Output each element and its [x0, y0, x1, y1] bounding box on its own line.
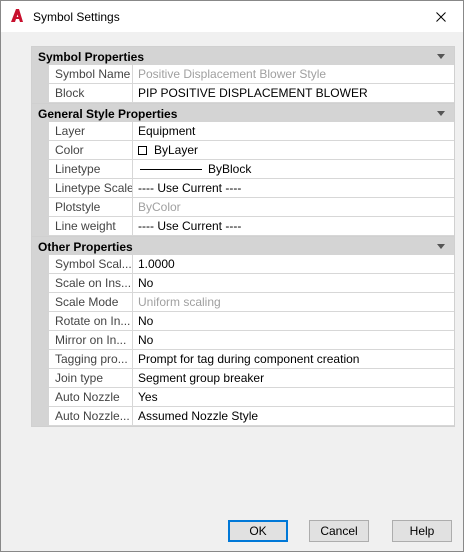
property-name: Linetype Scale	[49, 179, 133, 198]
property-name: Auto Nozzle	[49, 388, 133, 407]
property-value[interactable]: PIP POSITIVE DISPLACEMENT BLOWER	[133, 84, 454, 103]
property-row-rotate-on-insert[interactable]: Rotate on In... No	[32, 312, 454, 331]
property-value[interactable]: Assumed Nozzle Style	[133, 407, 454, 426]
property-name: Tagging pro...	[49, 350, 133, 369]
property-grid: Symbol Properties Symbol Name Positive D…	[31, 46, 455, 427]
property-value[interactable]: ByLayer	[133, 141, 454, 160]
property-name: Auto Nozzle...	[49, 407, 133, 426]
property-row-symbol-scale[interactable]: Symbol Scal... 1.0000	[32, 255, 454, 274]
property-name: Scale on Ins...	[49, 274, 133, 293]
symbol-settings-dialog: Symbol Settings Symbol Properties Symbol…	[0, 0, 464, 552]
ok-button[interactable]: OK	[228, 520, 288, 542]
property-row-linetype-scale[interactable]: Linetype Scale ---- Use Current ----	[32, 179, 454, 198]
property-value[interactable]: Segment group breaker	[133, 369, 454, 388]
property-value[interactable]: Equipment	[133, 122, 454, 141]
category-label: Symbol Properties	[38, 50, 145, 64]
property-value[interactable]: Positive Displacement Blower Style	[133, 65, 454, 84]
cancel-button[interactable]: Cancel	[309, 520, 369, 542]
property-value[interactable]: No	[133, 312, 454, 331]
collapse-arrow-icon[interactable]	[437, 54, 445, 59]
property-row-block[interactable]: Block PIP POSITIVE DISPLACEMENT BLOWER	[32, 84, 454, 103]
window-title: Symbol Settings	[33, 10, 120, 24]
property-name: Plotstyle	[49, 198, 133, 217]
property-row-layer[interactable]: Layer Equipment	[32, 122, 454, 141]
property-name: Symbol Scal...	[49, 255, 133, 274]
property-row-auto-nozzle-style[interactable]: Auto Nozzle... Assumed Nozzle Style	[32, 407, 454, 426]
autocad-logo-icon	[11, 9, 23, 22]
property-value[interactable]: ByBlock	[133, 160, 454, 179]
property-value[interactable]: ---- Use Current ----	[133, 179, 454, 198]
property-row-plotstyle[interactable]: Plotstyle ByColor	[32, 198, 454, 217]
close-button[interactable]	[419, 1, 463, 32]
property-value[interactable]: Prompt for tag during component creation	[133, 350, 454, 369]
linetype-value-text: ByBlock	[208, 162, 252, 176]
property-row-color[interactable]: Color ByLayer	[32, 141, 454, 160]
close-icon	[436, 11, 446, 22]
title-bar[interactable]: Symbol Settings	[1, 1, 463, 32]
category-label: Other Properties	[38, 240, 133, 254]
category-symbol-properties[interactable]: Symbol Properties	[32, 46, 454, 65]
property-name: Layer	[49, 122, 133, 141]
property-row-line-weight[interactable]: Line weight ---- Use Current ----	[32, 217, 454, 236]
property-name: Block	[49, 84, 133, 103]
property-name: Mirror on In...	[49, 331, 133, 350]
property-value[interactable]: 1.0000	[133, 255, 454, 274]
property-row-linetype[interactable]: Linetype ByBlock	[32, 160, 454, 179]
property-value[interactable]: ByColor	[133, 198, 454, 217]
collapse-arrow-icon[interactable]	[437, 244, 445, 249]
property-name: Line weight	[49, 217, 133, 236]
linetype-preview-icon	[140, 168, 202, 170]
property-name: Symbol Name	[49, 65, 133, 84]
property-row-scale-on-insert[interactable]: Scale on Ins... No	[32, 274, 454, 293]
property-row-scale-mode[interactable]: Scale Mode Uniform scaling	[32, 293, 454, 312]
property-row-symbol-name[interactable]: Symbol Name Positive Displacement Blower…	[32, 65, 454, 84]
property-name: Scale Mode	[49, 293, 133, 312]
color-value-text: ByLayer	[154, 143, 199, 157]
collapse-arrow-icon[interactable]	[437, 111, 445, 116]
category-label: General Style Properties	[38, 107, 178, 121]
category-general-style-properties[interactable]: General Style Properties	[32, 103, 454, 122]
property-name: Join type	[49, 369, 133, 388]
color-swatch-icon	[138, 145, 147, 155]
property-row-tagging-prompt[interactable]: Tagging pro... Prompt for tag during com…	[32, 350, 454, 369]
property-value[interactable]: No	[133, 331, 454, 350]
property-row-join-type[interactable]: Join type Segment group breaker	[32, 369, 454, 388]
property-value[interactable]: No	[133, 274, 454, 293]
property-value[interactable]: ---- Use Current ----	[133, 217, 454, 236]
property-row-mirror-on-insert[interactable]: Mirror on In... No	[32, 331, 454, 350]
property-value[interactable]: Yes	[133, 388, 454, 407]
property-name: Linetype	[49, 160, 133, 179]
property-name: Rotate on In...	[49, 312, 133, 331]
property-name: Color	[49, 141, 133, 160]
property-value[interactable]: Uniform scaling	[133, 293, 454, 312]
category-other-properties[interactable]: Other Properties	[32, 236, 454, 255]
help-button[interactable]: Help	[392, 520, 452, 542]
property-row-auto-nozzle[interactable]: Auto Nozzle Yes	[32, 388, 454, 407]
